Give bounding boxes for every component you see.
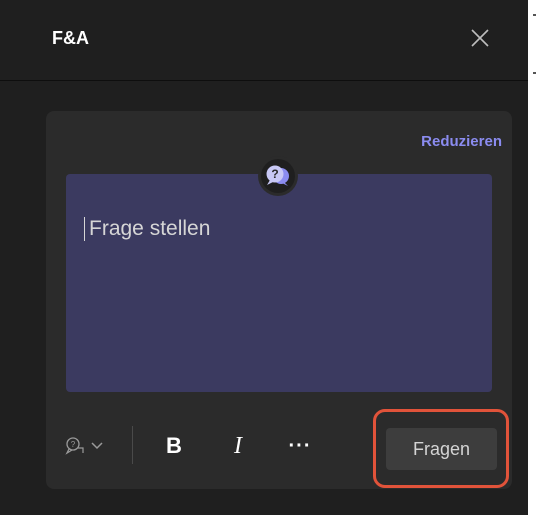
svg-text:?: ?	[71, 440, 76, 449]
qa-speech-bubble-icon: ?	[266, 165, 289, 186]
qa-panel: F&A Reduzieren ? Frage stellen ? B I ···…	[0, 0, 528, 515]
collapse-link[interactable]: Reduzieren	[421, 133, 502, 150]
compose-area	[66, 174, 492, 392]
svg-text:?: ?	[271, 167, 278, 181]
italic-button[interactable]: I	[222, 430, 254, 462]
toolbar-divider	[132, 426, 133, 464]
more-options-button[interactable]: ···	[280, 430, 320, 462]
submit-question-button[interactable]: Fragen	[386, 428, 497, 470]
bold-button[interactable]: B	[158, 430, 190, 462]
question-input[interactable]	[84, 217, 479, 241]
panel-title: F&A	[52, 28, 89, 48]
question-type-icon: ?	[65, 437, 84, 455]
chevron-down-icon	[91, 442, 103, 450]
close-button[interactable]	[466, 24, 494, 52]
question-type-dropdown[interactable]: ?	[54, 430, 114, 462]
qa-badge: ?	[258, 156, 298, 196]
panel-header: F&A	[0, 0, 528, 81]
close-icon	[471, 29, 489, 47]
submit-highlight: Fragen	[373, 409, 509, 488]
question-compose-card: Reduzieren ? ?	[46, 111, 512, 489]
edge-mark	[533, 72, 536, 74]
edge-mark	[533, 14, 536, 16]
